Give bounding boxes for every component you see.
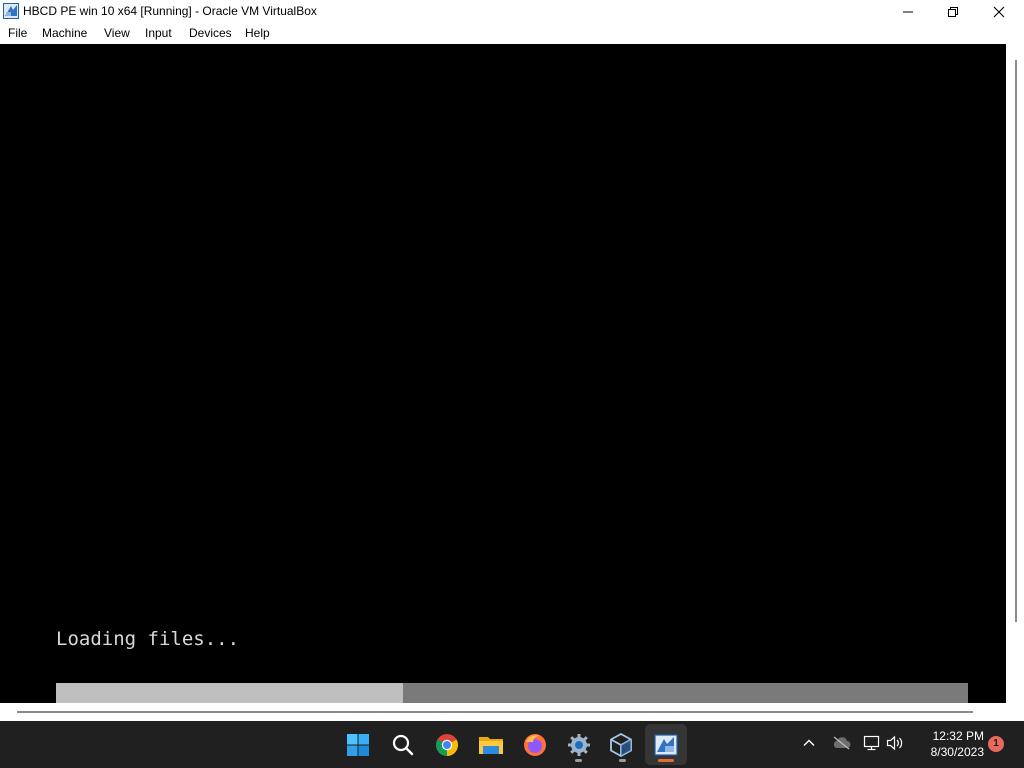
chrome-icon (436, 734, 458, 756)
volume-tray-button[interactable] (885, 733, 905, 753)
virtualbox-icon[interactable] (3, 3, 19, 19)
menu-view[interactable]: View (104, 26, 130, 40)
menu-machine[interactable]: Machine (42, 26, 87, 40)
firefox-icon (524, 734, 546, 756)
clock[interactable]: 12:32 PM 8/30/2023 (912, 728, 984, 760)
volume-icon (886, 735, 903, 751)
restore-icon (948, 6, 958, 17)
virtualbox-manager-icon (610, 733, 632, 757)
vm-display[interactable]: Loading files... (0, 44, 1006, 703)
firefox-button[interactable] (515, 725, 555, 765)
virtualbox-vm-active-indicator (658, 759, 674, 762)
start-button[interactable] (338, 725, 378, 765)
status-bar (0, 703, 1024, 721)
file-explorer-icon (479, 737, 503, 754)
loading-text: Loading files... (56, 628, 240, 650)
network-tray-button[interactable] (862, 733, 882, 753)
clock-date: 8/30/2023 (930, 745, 984, 759)
network-icon (863, 735, 880, 751)
horizontal-scrollbar-thumb[interactable] (17, 711, 973, 713)
close-button[interactable] (976, 0, 1022, 23)
menu-devices[interactable]: Devices (189, 26, 232, 40)
settings-icon (568, 734, 590, 756)
restore-button[interactable] (930, 0, 976, 23)
file-explorer-button[interactable] (471, 725, 511, 765)
loading-progress-bar (56, 683, 968, 703)
onedrive-tray-button[interactable] (831, 733, 851, 753)
menu-bar: File Machine View Input Devices Help (0, 23, 1024, 44)
show-hidden-icons-button[interactable] (799, 733, 819, 753)
menu-help[interactable]: Help (245, 26, 270, 40)
clock-time: 12:32 PM (932, 729, 984, 743)
menu-file[interactable]: File (8, 26, 27, 40)
vertical-scrollbar[interactable] (1006, 44, 1024, 710)
loading-progress-fill (56, 683, 403, 703)
taskbar: 12:32 PM 8/30/2023 1 (0, 721, 1024, 768)
settings-running-indicator (575, 759, 582, 762)
virtualbox-vm-icon (654, 734, 678, 756)
search-button[interactable] (383, 725, 423, 765)
minimize-icon (903, 11, 913, 12)
window-title: HBCD PE win 10 x64 [Running] - Oracle VM… (23, 4, 317, 18)
notification-badge[interactable]: 1 (988, 736, 1004, 752)
chevron-up-icon (803, 739, 815, 746)
onedrive-icon (833, 736, 851, 750)
search-icon (392, 734, 414, 756)
menu-input[interactable]: Input (145, 26, 172, 40)
start-icon (347, 734, 369, 756)
title-bar[interactable]: HBCD PE win 10 x64 [Running] - Oracle VM… (0, 0, 1024, 23)
minimize-button[interactable] (885, 0, 931, 23)
chrome-button[interactable] (427, 725, 467, 765)
vertical-scrollbar-thumb[interactable] (1015, 60, 1017, 622)
close-icon (993, 6, 1005, 17)
virtualbox-manager-running-indicator (619, 759, 626, 762)
